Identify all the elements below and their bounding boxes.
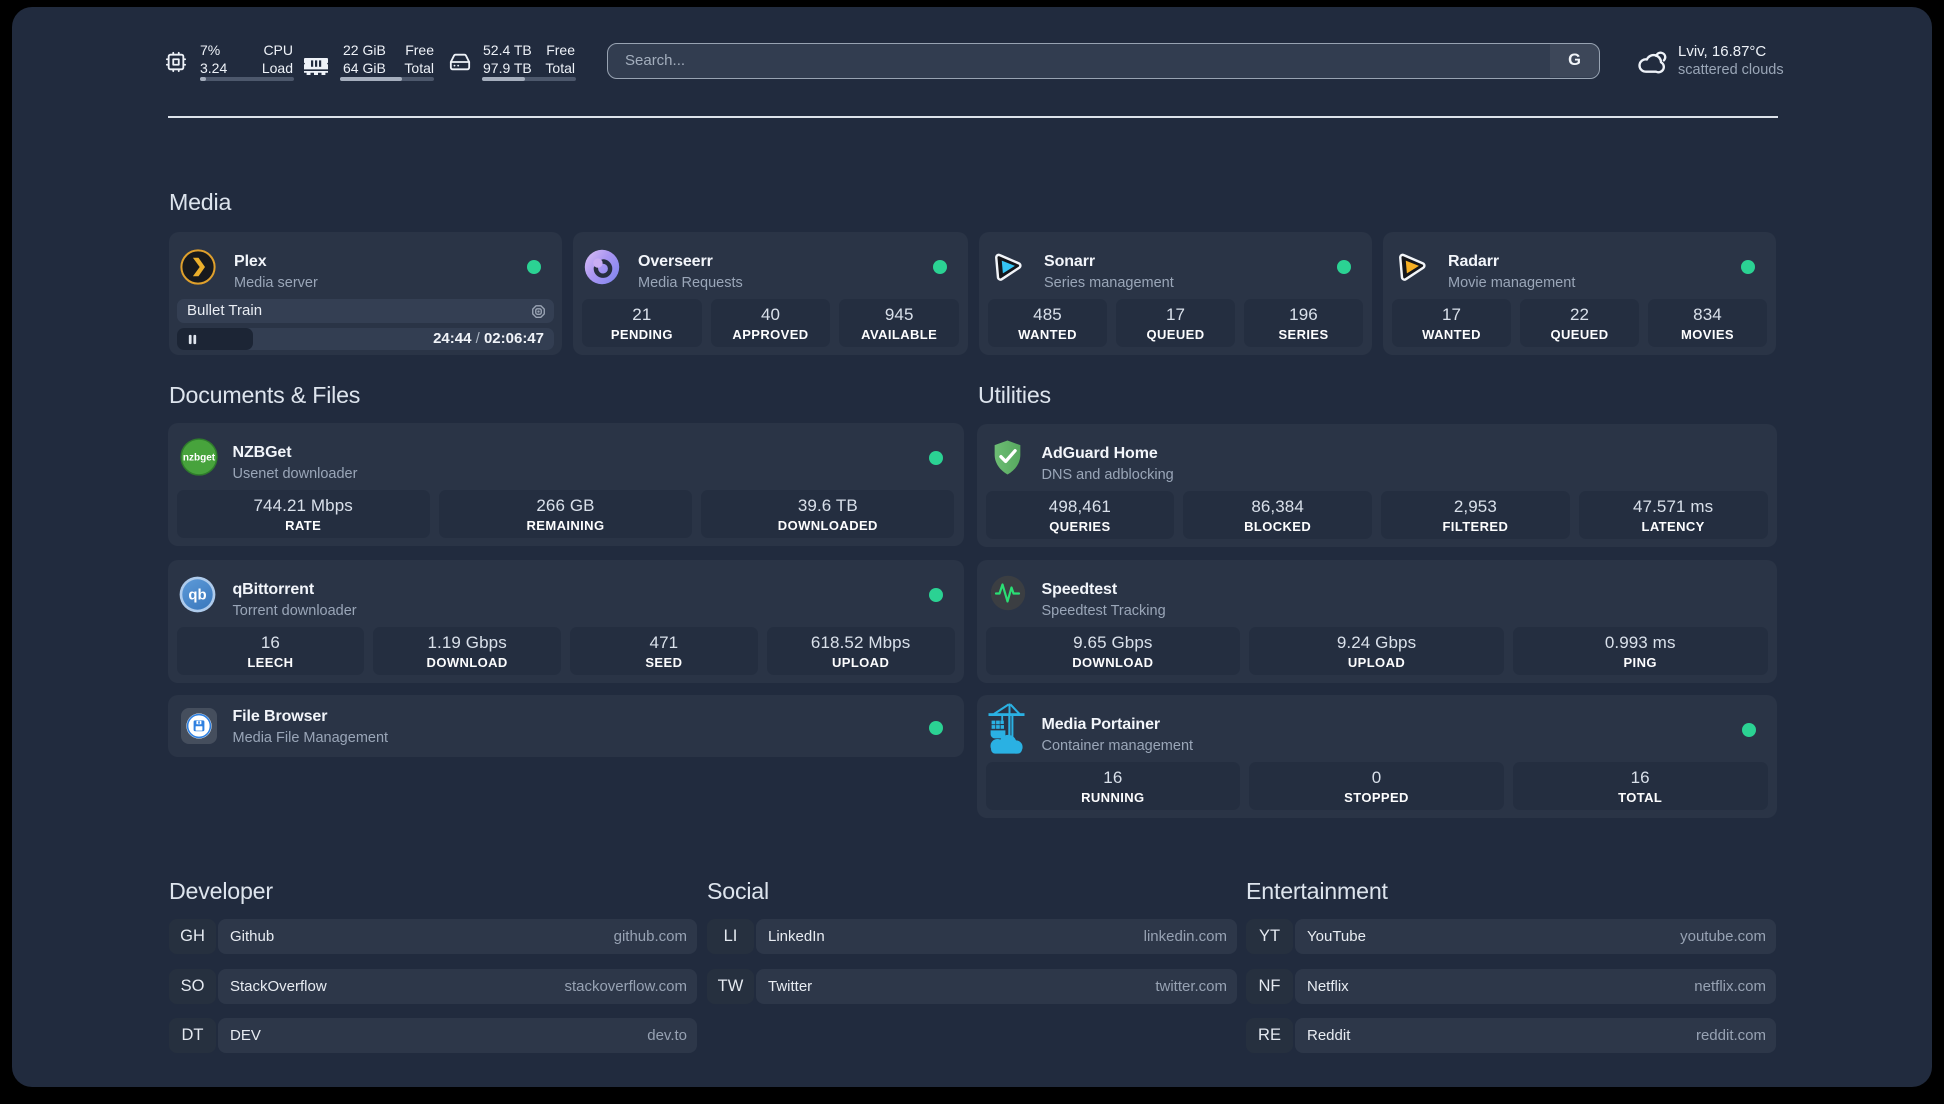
svg-text:qb: qb [188, 588, 206, 604]
svg-text:nzbget: nzbget [182, 453, 215, 464]
